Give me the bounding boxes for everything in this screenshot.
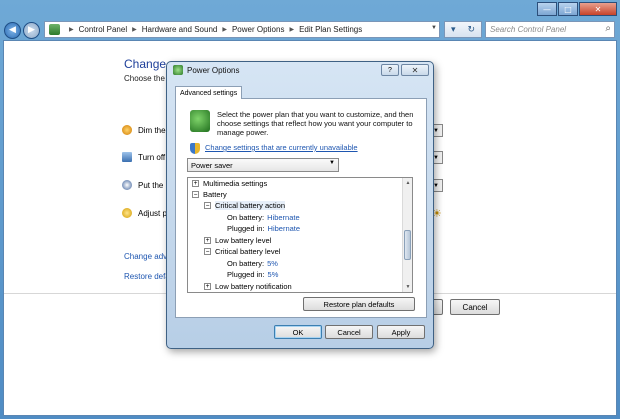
tree-setting-label: On battery:	[227, 213, 265, 222]
control-panel-icon	[49, 24, 60, 35]
breadcrumb-chevron-icon: ▶	[289, 27, 295, 33]
refresh-icon: ↻	[467, 24, 475, 35]
dialog-title-text: Power Options	[187, 65, 240, 75]
breadcrumb-power-options[interactable]: Power Options	[232, 25, 284, 34]
change-unavailable-settings-link[interactable]: Change settings that are currently unava…	[205, 143, 358, 152]
tree-setting[interactable]: Plugged in: Hibernate	[227, 223, 300, 234]
tree-setting-label: Plugged in:	[227, 224, 265, 233]
tree-setting-label: On battery:	[227, 259, 265, 268]
dialog-cancel-button[interactable]: Cancel	[325, 325, 373, 339]
search-placeholder: Search Control Panel	[490, 25, 567, 34]
collapse-icon[interactable]: −	[192, 191, 199, 198]
tab-advanced-settings[interactable]: Advanced settings	[175, 86, 243, 99]
settings-tree[interactable]: + Multimedia settings − Battery − Critic…	[187, 177, 413, 293]
minimize-button[interactable]: —	[537, 2, 557, 16]
ok-button[interactable]: OK	[274, 325, 322, 339]
moon-icon	[122, 180, 132, 190]
breadcrumb-control-panel[interactable]: Control Panel	[79, 25, 127, 34]
dim-icon	[122, 125, 132, 135]
dim-display-row: Dim the	[122, 125, 166, 135]
collapse-icon[interactable]: −	[204, 248, 211, 255]
refresh-button[interactable]: ▾ ↻	[444, 21, 482, 38]
restore-plan-defaults-button[interactable]: Restore plan defaults	[303, 297, 415, 311]
tree-item[interactable]: − Critical battery level	[204, 246, 280, 257]
expand-icon[interactable]: +	[204, 237, 211, 244]
tree-item[interactable]: + Low battery notification	[204, 281, 292, 292]
tree-setting-label: Plugged in:	[227, 270, 265, 279]
sleep-row: Put the	[122, 180, 163, 190]
maximize-button[interactable]: □	[558, 2, 578, 16]
turn-off-display-row: Turn off	[122, 152, 165, 162]
sleep-label: Put the	[138, 180, 164, 190]
tree-item-label: Low battery notification	[215, 282, 292, 291]
close-window-button[interactable]: ✕	[579, 2, 617, 16]
breadcrumb-chevron-icon: ▶	[69, 27, 74, 33]
dialog-close-button[interactable]: ✕	[401, 64, 429, 76]
tree-item-label: Low battery level	[215, 236, 272, 245]
back-arrow-icon[interactable]: ◀	[4, 21, 21, 39]
collapse-icon[interactable]: −	[204, 202, 211, 209]
search-icon[interactable]: ⌕	[605, 23, 611, 34]
tree-item-label: Multimedia settings	[203, 179, 268, 188]
advanced-settings-panel: Select the power plan that you want to c…	[175, 98, 427, 318]
chevron-down-icon: ▾	[450, 24, 456, 35]
turn-off-label: Turn off	[138, 152, 166, 162]
scroll-up-icon[interactable]: ▲	[403, 178, 412, 188]
tree-setting[interactable]: On battery: 5%	[227, 258, 278, 269]
power-plan-dropdown[interactable]: Power saver ▼	[187, 158, 339, 172]
power-plan-icon	[190, 110, 210, 132]
change-advanced-link[interactable]: Change adv	[124, 252, 167, 261]
intro-text: Select the power plan that you want to c…	[217, 110, 414, 137]
search-input[interactable]: Search Control Panel ⌕	[485, 21, 615, 38]
cancel-button[interactable]: Cancel	[450, 299, 500, 315]
chevron-down-icon: ▼	[329, 160, 335, 166]
breadcrumb-hardware-and-sound[interactable]: Hardware and Sound	[142, 25, 218, 34]
tree-item-label: Battery	[203, 190, 227, 199]
help-button[interactable]: ?	[381, 64, 399, 76]
monitor-icon	[122, 152, 132, 162]
tree-item-label: Critical battery action	[215, 201, 286, 210]
forward-arrow-icon[interactable]: ▶	[23, 21, 40, 39]
expand-icon[interactable]: +	[192, 180, 199, 187]
restore-defaults-link[interactable]: Restore defa	[124, 272, 170, 281]
tree-scrollbar[interactable]: ▲ ▼	[402, 178, 412, 292]
navigation-bar: ◀ ▶ ▶ Control Panel ▶ Hardware and Sound…	[4, 20, 616, 40]
breadcrumb-chevron-icon: ▶	[132, 27, 137, 33]
caption-buttons: — □ ✕	[536, 2, 617, 16]
tree-setting-value[interactable]: Hibernate	[268, 224, 301, 233]
tree-item[interactable]: − Battery	[192, 189, 227, 200]
dim-label: Dim the	[138, 125, 166, 135]
address-dropdown-icon[interactable]: ▼	[431, 25, 437, 31]
tree-item[interactable]: − Critical battery action	[204, 200, 286, 211]
power-options-icon	[173, 65, 183, 75]
dialog-title: Power Options	[173, 65, 239, 75]
tree-setting-value[interactable]: 5%	[267, 259, 278, 268]
tree-setting[interactable]: On battery: Hibernate	[227, 212, 300, 223]
tree-setting-value[interactable]: 5%	[268, 270, 279, 279]
page-subtitle: Choose the s	[124, 74, 172, 83]
address-bar[interactable]: ▶ Control Panel ▶ Hardware and Sound ▶ P…	[44, 21, 440, 38]
tree-setting[interactable]: Plugged in: 5%	[227, 269, 278, 280]
sun-icon	[122, 208, 132, 218]
tree-setting-value[interactable]: Hibernate	[267, 213, 300, 222]
brightness-label: Adjust p	[138, 208, 167, 218]
expand-icon[interactable]: +	[204, 283, 211, 290]
breadcrumb-chevron-icon: ▶	[222, 27, 227, 33]
apply-button[interactable]: Apply	[377, 325, 425, 339]
scroll-thumb[interactable]	[404, 230, 411, 260]
brightness-row: Adjust p	[122, 208, 167, 218]
breadcrumb-edit-plan-settings[interactable]: Edit Plan Settings	[299, 25, 362, 34]
tree-item-label: Critical battery level	[215, 247, 281, 256]
power-options-dialog: Power Options ? ✕ Advanced settings Sele…	[166, 61, 434, 349]
tree-item[interactable]: + Multimedia settings	[192, 178, 267, 189]
power-plan-selected: Power saver	[191, 160, 233, 170]
uac-shield-icon	[190, 143, 200, 154]
tree-item[interactable]: + Low battery level	[204, 235, 271, 246]
scroll-down-icon[interactable]: ▼	[403, 282, 412, 292]
